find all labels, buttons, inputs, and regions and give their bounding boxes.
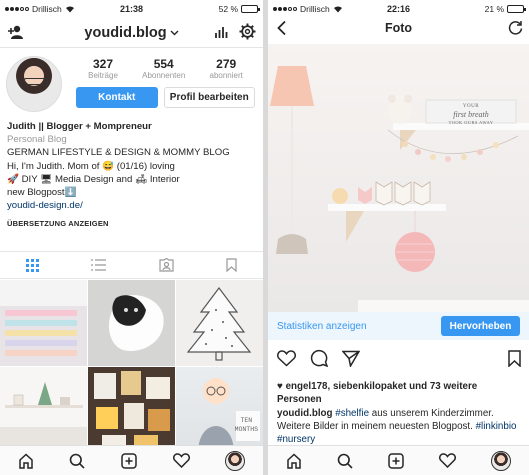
grid-photo[interactable]: TEN MONTHS bbox=[176, 367, 263, 453]
photo-text-months: MONTHS bbox=[234, 426, 258, 433]
heart-icon[interactable] bbox=[277, 349, 296, 367]
search-icon[interactable] bbox=[337, 453, 353, 469]
bottom-nav bbox=[268, 445, 529, 475]
down-arrow-emoji-icon: ⬇️ bbox=[64, 187, 77, 199]
add-icon[interactable] bbox=[121, 452, 137, 469]
promotion-bar: Statistiken anzeigen Hervorheben bbox=[268, 312, 529, 340]
chevron-down-icon bbox=[170, 30, 179, 35]
website-link[interactable]: youdid-design.de/ bbox=[7, 199, 257, 212]
heart-icon[interactable] bbox=[172, 453, 190, 468]
refresh-icon[interactable] bbox=[508, 20, 523, 35]
sweat-smile-emoji-icon: 😅 bbox=[102, 160, 115, 172]
hashtag-link[interactable]: #shelfie bbox=[335, 408, 369, 419]
heart-icon[interactable] bbox=[439, 453, 457, 468]
status-time: 21:38 bbox=[119, 4, 144, 14]
home-icon[interactable] bbox=[286, 452, 302, 469]
profile-category: Personal Blog bbox=[7, 134, 67, 146]
hashtag-link[interactable]: #linkinbio bbox=[476, 421, 517, 432]
contact-button[interactable]: Kontakt bbox=[76, 87, 158, 108]
hashtag-link[interactable]: #nursery bbox=[277, 434, 315, 445]
bookmark-icon[interactable] bbox=[226, 258, 237, 272]
tagged-icon[interactable] bbox=[159, 258, 174, 272]
caption-username[interactable]: youdid.blog bbox=[277, 408, 333, 419]
add-icon[interactable] bbox=[388, 452, 404, 469]
photo-screen: Drillisch 22:16 21 % Foto YOUR first bre… bbox=[268, 0, 529, 475]
bio-line: GERMAN LIFESTYLE & DESIGN & MOMMY BLOG bbox=[7, 147, 230, 159]
profile-avatar[interactable] bbox=[225, 450, 246, 471]
grid-photo[interactable] bbox=[88, 280, 175, 366]
rocket-emoji-icon: 🚀 bbox=[7, 173, 19, 185]
bottom-nav bbox=[0, 445, 263, 475]
posts-count[interactable]: 327 Beiträge bbox=[88, 57, 118, 80]
photo-text-took-ours: TOOK OURS AWAY bbox=[448, 120, 494, 125]
battery-icon bbox=[241, 5, 260, 13]
computer-emoji-icon: 🖥 bbox=[40, 173, 53, 185]
photo-text-ten: TEN bbox=[240, 417, 253, 424]
bio-line: new Blogpost⬇️ bbox=[7, 187, 77, 199]
view-insights-link[interactable]: Statistiken anzeigen bbox=[277, 321, 367, 332]
bio-line: Hi, I'm Judith. Mom of 😅 (01/16) loving bbox=[7, 160, 175, 172]
followers-count[interactable]: 554 Abonnenten bbox=[142, 57, 185, 80]
photo-text-first-breath: first breath bbox=[453, 110, 489, 119]
page-title: Foto bbox=[384, 21, 413, 35]
grid-icon[interactable] bbox=[26, 258, 40, 272]
photo-header: Foto bbox=[268, 18, 529, 38]
photo-grid: TEN MONTHS bbox=[0, 280, 263, 453]
couch-emoji-icon: 🛋 bbox=[135, 173, 148, 185]
profile-avatar[interactable] bbox=[6, 56, 62, 112]
grid-photo[interactable] bbox=[0, 367, 87, 453]
status-bar: Drillisch 22:16 21 % bbox=[268, 0, 529, 18]
promote-button[interactable]: Hervorheben bbox=[441, 316, 520, 336]
translate-link[interactable]: ÜBERSETZUNG ANZEIGEN bbox=[7, 217, 257, 230]
status-bar: Drillisch 21:38 52 % bbox=[0, 0, 263, 18]
grid-photo[interactable] bbox=[0, 280, 87, 366]
profile-bio: Judith || Blogger + Mompreneur Personal … bbox=[7, 120, 257, 231]
bio-line: 🚀 DIY 🖥 Media Design and 🛋 Interior bbox=[7, 173, 180, 185]
battery-icon bbox=[507, 5, 526, 13]
search-icon[interactable] bbox=[69, 453, 85, 469]
profile-counts: 327 Beiträge 554 Abonnenten 279 abonniert bbox=[76, 56, 255, 80]
bookmark-icon[interactable] bbox=[508, 349, 521, 367]
profile-screen: Drillisch 21:38 52 % youdid.blog 327 Beit… bbox=[0, 0, 263, 475]
share-icon[interactable] bbox=[342, 350, 360, 367]
grid-photo[interactable] bbox=[176, 280, 263, 366]
home-icon[interactable] bbox=[18, 452, 34, 469]
grid-photo[interactable] bbox=[88, 367, 175, 453]
post-actions bbox=[277, 348, 521, 368]
back-icon[interactable] bbox=[276, 20, 288, 36]
heart-small-icon: ♥ bbox=[277, 381, 283, 392]
profile-username[interactable]: youdid.blog bbox=[84, 25, 179, 41]
insights-icon[interactable] bbox=[214, 25, 228, 39]
profile-header: youdid.blog bbox=[0, 18, 263, 48]
following-count[interactable]: 279 abonniert bbox=[210, 57, 243, 80]
profile-avatar[interactable] bbox=[491, 450, 512, 471]
profile-tabs bbox=[0, 251, 263, 279]
add-user-icon[interactable] bbox=[7, 24, 25, 40]
edit-profile-button[interactable]: Profil bearbeiten bbox=[163, 87, 255, 108]
post-caption: youdid.blog #shelfie aus unserem Kinderz… bbox=[277, 408, 525, 446]
likes-summary[interactable]: ♥ engel178, siebenkilopaket und 73 weite… bbox=[277, 380, 523, 406]
profile-name: Judith || Blogger + Mompreneur bbox=[7, 121, 152, 132]
post-photo[interactable]: YOUR first breath TOOK OURS AWAY bbox=[268, 44, 529, 312]
comment-icon[interactable] bbox=[310, 349, 328, 367]
gear-icon[interactable] bbox=[239, 23, 256, 40]
list-icon[interactable] bbox=[91, 259, 107, 271]
status-time: 22:16 bbox=[386, 4, 411, 14]
